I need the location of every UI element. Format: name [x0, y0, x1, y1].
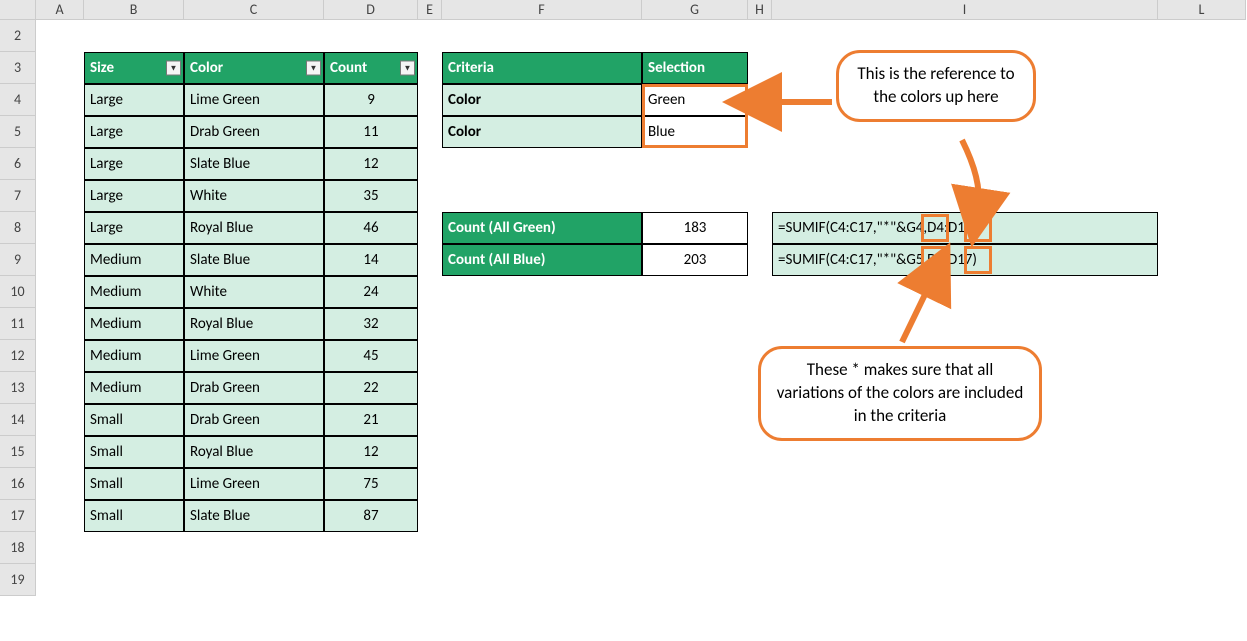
row-header-17[interactable]: 17: [0, 500, 36, 532]
cell-size-10[interactable]: Medium: [84, 276, 184, 308]
cell-size-12[interactable]: Medium: [84, 340, 184, 372]
cell-count-13[interactable]: 22: [324, 372, 418, 404]
cell-size-17[interactable]: Small: [84, 500, 184, 532]
row-header-10[interactable]: 10: [0, 276, 36, 308]
cell-color-11[interactable]: Royal Blue: [184, 308, 324, 340]
column-header-C[interactable]: C: [184, 0, 324, 20]
cell-count-17[interactable]: 87: [324, 500, 418, 532]
cell-size-9[interactable]: Medium: [84, 244, 184, 276]
cell-color-10[interactable]: White: [184, 276, 324, 308]
row-header-7[interactable]: 7: [0, 180, 36, 212]
row-header-18[interactable]: 18: [0, 532, 36, 564]
header-size[interactable]: Size▼: [84, 52, 184, 84]
column-headers: ABCDEFGHIL: [36, 0, 1246, 20]
cell-color-15[interactable]: Royal Blue: [184, 436, 324, 468]
cell-count-8[interactable]: 46: [324, 212, 418, 244]
cell-count-4[interactable]: 9: [324, 84, 418, 116]
filter-dropdown-icon[interactable]: ▼: [400, 61, 415, 76]
cell-size-8[interactable]: Large: [84, 212, 184, 244]
row-header-13[interactable]: 13: [0, 372, 36, 404]
row-header-8[interactable]: 8: [0, 212, 36, 244]
cell-count-5[interactable]: 11: [324, 116, 418, 148]
cell-size-13[interactable]: Medium: [84, 372, 184, 404]
callout-reference: This is the reference to the colors up h…: [836, 50, 1036, 122]
cell-size-15[interactable]: Small: [84, 436, 184, 468]
cell-count-7[interactable]: 35: [324, 180, 418, 212]
cell-size-14[interactable]: Small: [84, 404, 184, 436]
cell-count-9[interactable]: 14: [324, 244, 418, 276]
result-formula-9[interactable]: =SUMIF(C4:C17,"*"&G5,D4:D17): [772, 244, 1158, 276]
row-header-12[interactable]: 12: [0, 340, 36, 372]
select-all-corner[interactable]: [0, 0, 36, 20]
row-header-9[interactable]: 9: [0, 244, 36, 276]
row-header-6[interactable]: 6: [0, 148, 36, 180]
cell-color-14[interactable]: Drab Green: [184, 404, 324, 436]
cell-count-6[interactable]: 12: [324, 148, 418, 180]
cell-size-6[interactable]: Large: [84, 148, 184, 180]
cell-count-16[interactable]: 75: [324, 468, 418, 500]
cell-color-6[interactable]: Slate Blue: [184, 148, 324, 180]
row-header-11[interactable]: 11: [0, 308, 36, 340]
cell-selection-4[interactable]: Green: [642, 84, 748, 116]
row-header-16[interactable]: 16: [0, 468, 36, 500]
header-color[interactable]: Color▼: [184, 52, 324, 84]
cell-color-12[interactable]: Lime Green: [184, 340, 324, 372]
cell-color-16[interactable]: Lime Green: [184, 468, 324, 500]
cell-count-14[interactable]: 21: [324, 404, 418, 436]
header-selection[interactable]: Selection: [642, 52, 748, 84]
filter-dropdown-icon[interactable]: ▼: [166, 61, 181, 76]
cell-color-13[interactable]: Drab Green: [184, 372, 324, 404]
cell-criteria-5[interactable]: Color: [442, 116, 642, 148]
cell-size-4[interactable]: Large: [84, 84, 184, 116]
cell-color-9[interactable]: Slate Blue: [184, 244, 324, 276]
result-label-8[interactable]: Count (All Green): [442, 212, 642, 244]
column-header-F[interactable]: F: [442, 0, 642, 20]
row-header-15[interactable]: 15: [0, 436, 36, 468]
cell-color-7[interactable]: White: [184, 180, 324, 212]
cell-size-7[interactable]: Large: [84, 180, 184, 212]
cell-color-17[interactable]: Slate Blue: [184, 500, 324, 532]
column-header-L[interactable]: L: [1158, 0, 1246, 20]
column-header-I[interactable]: I: [772, 0, 1158, 20]
cell-color-5[interactable]: Drab Green: [184, 116, 324, 148]
cell-count-11[interactable]: 32: [324, 308, 418, 340]
cell-size-11[interactable]: Medium: [84, 308, 184, 340]
column-header-E[interactable]: E: [418, 0, 442, 20]
cell-color-4[interactable]: Lime Green: [184, 84, 324, 116]
column-header-G[interactable]: G: [642, 0, 748, 20]
cell-count-10[interactable]: 24: [324, 276, 418, 308]
column-header-A[interactable]: A: [36, 0, 84, 20]
row-header-4[interactable]: 4: [0, 84, 36, 116]
cell-color-8[interactable]: Royal Blue: [184, 212, 324, 244]
row-header-14[interactable]: 14: [0, 404, 36, 436]
result-value-8[interactable]: 183: [642, 212, 748, 244]
cell-count-15[interactable]: 12: [324, 436, 418, 468]
spreadsheet: ABCDEFGHIL 2345678910111213141516171819 …: [0, 0, 1247, 621]
column-header-H[interactable]: H: [748, 0, 772, 20]
header-criteria[interactable]: Criteria: [442, 52, 642, 84]
column-header-D[interactable]: D: [324, 0, 418, 20]
row-headers: 2345678910111213141516171819: [0, 20, 36, 596]
row-header-2[interactable]: 2: [0, 20, 36, 52]
header-count[interactable]: Count▼: [324, 52, 418, 84]
row-header-5[interactable]: 5: [0, 116, 36, 148]
cell-size-16[interactable]: Small: [84, 468, 184, 500]
column-header-B[interactable]: B: [84, 0, 184, 20]
cell-size-5[interactable]: Large: [84, 116, 184, 148]
filter-dropdown-icon[interactable]: ▼: [306, 61, 321, 76]
result-label-9[interactable]: Count (All Blue): [442, 244, 642, 276]
result-value-9[interactable]: 203: [642, 244, 748, 276]
cell-selection-5[interactable]: Blue: [642, 116, 748, 148]
cell-count-12[interactable]: 45: [324, 340, 418, 372]
result-formula-8[interactable]: =SUMIF(C4:C17,"*"&G4,D4:D17): [772, 212, 1158, 244]
callout-wildcard: These * makes sure that all variations o…: [758, 346, 1042, 441]
row-header-3[interactable]: 3: [0, 52, 36, 84]
cell-criteria-4[interactable]: Color: [442, 84, 642, 116]
row-header-19[interactable]: 19: [0, 564, 36, 596]
